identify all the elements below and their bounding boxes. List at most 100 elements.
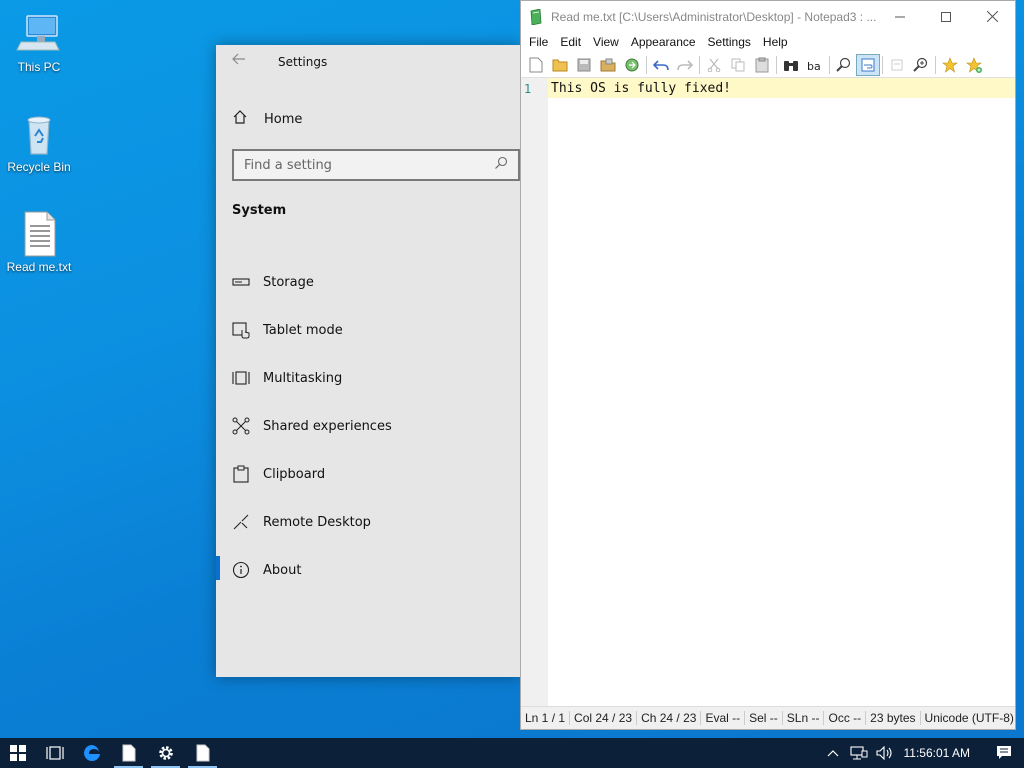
taskbar-settings-button[interactable] [147, 738, 184, 768]
settings-item-shared-experiences[interactable]: Shared experiences [232, 414, 512, 438]
settings-item-multitasking[interactable]: Multitasking [232, 366, 512, 390]
task-view-button[interactable] [36, 738, 73, 768]
recycle-bin-icon [15, 110, 63, 158]
start-button[interactable] [0, 738, 36, 768]
desktop-icon-recycle-bin[interactable]: Recycle Bin [3, 110, 75, 174]
document-icon [196, 744, 209, 762]
chevron-up-icon[interactable] [820, 749, 846, 757]
save-as-icon[interactable] [596, 54, 620, 76]
status-column: Col 24 / 23 [570, 711, 638, 725]
menu-settings[interactable]: Settings [702, 35, 757, 49]
settings-item-tablet-mode[interactable]: Tablet mode [232, 318, 512, 342]
desktop-icon-label: Read me.txt [6, 260, 72, 274]
taskbar-clock[interactable]: 11:56:01 AM [898, 746, 985, 760]
toolbar-separator [646, 55, 647, 74]
action-center-icon[interactable] [984, 745, 1024, 761]
settings-item-label: Remote Desktop [263, 514, 371, 530]
settings-item-remote-desktop[interactable]: Remote Desktop [232, 510, 512, 534]
status-line: Ln 1 / 1 [521, 711, 571, 725]
desktop-icon-label: This PC [17, 60, 61, 74]
zoom-in-icon[interactable] [909, 54, 933, 76]
notepad-menubar: File Edit View Appearance Settings Help [521, 32, 1015, 52]
network-icon[interactable] [846, 746, 872, 760]
cut-icon[interactable] [702, 54, 726, 76]
toolbar-separator [699, 55, 700, 74]
notepad-window: Read me.txt [C:\Users\Administrator\Desk… [520, 0, 1016, 730]
menu-view[interactable]: View [587, 35, 625, 49]
add-favorite-icon[interactable] [962, 54, 986, 76]
settings-home-label: Home [264, 111, 303, 127]
volume-icon[interactable] [872, 746, 898, 760]
settings-item-storage[interactable]: Storage [232, 270, 512, 294]
replace-icon[interactable]: ba [803, 54, 827, 76]
settings-item-about[interactable]: About [232, 558, 512, 582]
taskbar-edge-button[interactable] [73, 738, 110, 768]
computer-icon [15, 10, 63, 58]
settings-item-label: Multitasking [263, 370, 343, 386]
desktop-icon-read-me[interactable]: Read me.txt [3, 210, 75, 274]
settings-home[interactable]: Home [232, 109, 302, 129]
favorites-icon[interactable] [938, 54, 962, 76]
settings-item-label: Tablet mode [263, 322, 343, 338]
windows-logo-icon [10, 745, 26, 761]
storage-icon [232, 273, 250, 291]
shared-experiences-icon [232, 417, 250, 435]
open-folder-icon[interactable] [548, 54, 572, 76]
editor-area[interactable]: 1 This OS is fully fixed! [521, 78, 1015, 706]
taskbar-notepad-button[interactable] [110, 738, 147, 768]
new-file-icon[interactable] [524, 54, 548, 76]
taskbar-notepad3-button[interactable] [184, 738, 221, 768]
status-selection: Sel -- [745, 711, 783, 725]
status-size: 23 bytes [866, 711, 921, 725]
desktop-icon-this-pc[interactable]: This PC [3, 10, 75, 74]
paste-icon[interactable] [750, 54, 774, 76]
zoom-find-icon[interactable] [832, 54, 856, 76]
redo-icon[interactable] [673, 54, 697, 76]
status-encoding[interactable]: Unicode (UTF-8) [921, 711, 1015, 725]
find-icon[interactable] [779, 54, 803, 76]
toolbar-separator [829, 55, 830, 74]
notepad-toolbar: ba [521, 52, 1015, 78]
remote-desktop-icon [232, 513, 250, 531]
undo-icon[interactable] [649, 54, 673, 76]
status-selected-lines: SLn -- [783, 711, 825, 725]
settings-item-label: Shared experiences [263, 418, 392, 434]
notepad-titlebar[interactable]: Read me.txt [C:\Users\Administrator\Desk… [521, 1, 1015, 32]
settings-title: Settings [278, 55, 328, 69]
word-wrap-icon[interactable] [856, 53, 880, 76]
document-icon [122, 744, 135, 762]
gear-icon [158, 746, 173, 760]
settings-item-label: Storage [263, 274, 314, 290]
clipboard-icon [232, 465, 250, 483]
find-setting-input[interactable]: Find a setting [232, 149, 520, 181]
menu-appearance[interactable]: Appearance [625, 35, 702, 49]
toolbar-separator [776, 55, 777, 74]
toolbar-separator [882, 55, 883, 74]
status-char: Ch 24 / 23 [637, 711, 702, 725]
settings-window: Settings Home Find a setting System Stor… [216, 45, 520, 677]
notepad3-app-icon [529, 8, 543, 25]
copy-icon[interactable] [726, 54, 750, 76]
taskbar: 11:56:01 AM [0, 738, 1024, 768]
menu-file[interactable]: File [523, 35, 554, 49]
document-text[interactable]: This OS is fully fixed! [551, 81, 731, 96]
search-icon [494, 156, 508, 174]
save-icon[interactable] [572, 54, 596, 76]
browse-icon[interactable] [620, 54, 644, 76]
menu-help[interactable]: Help [757, 35, 794, 49]
maximize-button[interactable] [923, 1, 969, 32]
settings-section-title: System [232, 203, 287, 218]
desktop-icon-label: Recycle Bin [7, 160, 71, 174]
close-button[interactable] [969, 1, 1015, 32]
menu-edit[interactable]: Edit [554, 35, 587, 49]
settings-item-label: About [263, 562, 302, 578]
toolbar-separator [935, 55, 936, 74]
settings-item-clipboard[interactable]: Clipboard [232, 462, 512, 486]
line-number-gutter [521, 78, 548, 706]
scheme-icon[interactable] [885, 54, 909, 76]
selected-indicator [216, 556, 220, 580]
back-arrow-icon[interactable] [232, 53, 246, 69]
minimize-button[interactable] [877, 1, 923, 32]
system-tray: 11:56:01 AM [820, 738, 1024, 768]
status-occurrences: Occ -- [824, 711, 867, 725]
